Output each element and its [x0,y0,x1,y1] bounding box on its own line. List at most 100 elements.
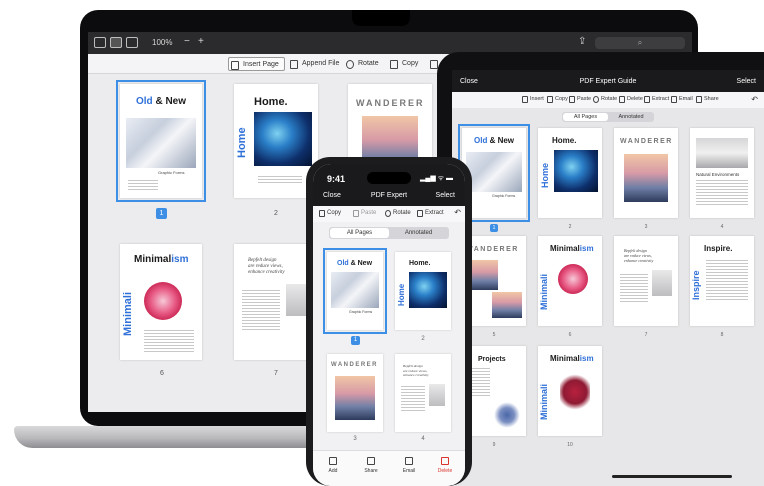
page-vertical-title: Home [540,162,550,188]
text-lines [258,176,302,184]
copy-button[interactable]: Copy [319,210,341,217]
text-lines [401,386,425,412]
laptop-notch [352,10,410,26]
zoom-level[interactable]: 100% [152,38,172,47]
add-button[interactable]: Add [321,457,345,474]
rotate-button[interactable]: Rotate [593,96,617,103]
mountain-image [492,292,522,318]
rotate-icon [385,210,391,217]
page-number-1: 1 [156,208,167,219]
share-icon [696,96,702,103]
architecture-image [466,152,522,192]
select-button[interactable]: Select [436,192,455,199]
annotated-tab[interactable]: Annotated [608,112,654,122]
phone-page-3[interactable]: WANDERER [327,354,383,432]
text-lines [242,290,280,330]
insert-page-button[interactable]: Insert Page [228,57,285,71]
paste-button[interactable]: Paste [569,96,592,103]
all-pages-tab[interactable]: All Pages [330,228,389,238]
envelope-icon [671,96,677,103]
page-title: Natural Environments [696,172,740,177]
copy-button[interactable]: Copy [547,96,568,103]
page-number-2: 2 [568,224,572,230]
share-label: Share [364,468,378,474]
zoom-in-button[interactable]: + [198,36,204,47]
tablet-page-3[interactable]: WANDERER [614,128,678,218]
extract-button[interactable]: Extract [644,96,670,103]
copy-label: Copy [402,60,419,67]
phone-page-2[interactable]: Home. Home [395,252,451,330]
email-label: Email [402,468,416,474]
extract-label: Extract [425,210,444,216]
abstract-image [254,112,312,166]
page-vertical-title: Minimali [122,291,134,336]
tablet-page-6[interactable]: Minimalism Minimali [538,236,602,326]
rotate-button[interactable]: Rotate [344,57,379,71]
search-field[interactable]: ⌕ [595,37,685,49]
phone-page-1[interactable]: Old & New Graphic Forms [323,248,387,334]
extract-button[interactable]: Extract [417,210,444,217]
grid-view-icon[interactable] [110,37,122,48]
zoom-out-button[interactable]: − [184,36,190,47]
rotate-icon [593,96,599,103]
page-title: WANDERER [356,98,425,108]
page-title: Old & New [337,260,373,267]
delete-label: Delete [627,96,643,102]
page-number-1: 1 [351,336,360,345]
append-file-button[interactable]: Append File [288,57,339,71]
two-page-view-icon[interactable] [126,37,138,48]
tablet-page-2[interactable]: Home. Home [538,128,602,218]
insert-button[interactable]: Insert [522,96,544,103]
share-icon[interactable]: ⇪ [578,36,586,47]
text-lines [144,330,194,352]
laptop-page-1[interactable]: Old & New Graphic Forms [116,80,206,202]
tablet-page-4[interactable]: Natural Environments [690,128,754,218]
search-icon: ⌕ [637,38,643,47]
email-button[interactable]: Email [671,96,693,103]
page-title: Home. [254,96,288,108]
insert-icon [522,96,528,103]
add-label: Add [328,468,338,474]
page-number-9: 9 [492,442,496,448]
share-button[interactable]: Share [696,96,719,103]
page-number-8: 8 [720,332,724,338]
page-title: Home. [409,260,431,267]
page-title: WANDERER [620,138,673,145]
copy-icon [319,210,325,217]
append-file-label: Append File [302,60,340,67]
annotated-tab[interactable]: Annotated [389,228,448,238]
phone-page-4[interactable]: Bepfelt design are reduce views, enhance… [395,354,451,432]
all-pages-tab[interactable]: All Pages [563,113,608,121]
extract-label: Extract [652,96,670,102]
copy-icon [547,96,553,103]
page-quote: Bepfelt design are reduce views, enhance… [624,248,654,263]
delete-button[interactable]: Delete [433,457,457,474]
page-number-7: 7 [274,370,278,377]
tablet-page-8[interactable]: Inspire. Inspire [690,236,754,326]
delete-button[interactable]: Delete [619,96,643,103]
undo-icon[interactable]: ↶ [751,95,758,104]
undo-icon[interactable]: ↶ [454,208,461,217]
copy-button[interactable]: Copy [388,57,418,71]
flower-image [144,282,182,320]
sidebar-icon[interactable] [94,37,106,48]
abstract-image [554,150,598,192]
page-title: Minimalism [550,244,594,253]
share-button[interactable]: Share [359,457,383,474]
select-button[interactable]: Select [737,78,756,85]
laptop-page-6[interactable]: Minimalism Minimali [120,244,202,360]
phone-toolbar: Copy Paste Rotate Extract ↶ [313,206,465,222]
tablet-screen: Close PDF Expert Guide Select Insert Cop… [452,70,764,486]
tablet-page-7[interactable]: Bepfelt design are reduce views, enhance… [614,236,678,326]
page-number-6: 6 [568,332,572,338]
email-button[interactable]: Email [397,457,421,474]
architecture-image [331,272,379,308]
page-title: Old & New [136,96,187,107]
insert-page-icon [231,61,239,70]
page-number-6: 6 [160,370,164,377]
rotate-button[interactable]: Rotate [385,210,411,217]
paste-button[interactable]: Paste [353,210,376,217]
tablet-page-10[interactable]: Minimalism Minimali [538,346,602,436]
paste-label: Paste [577,96,592,102]
delete-label: Delete [437,468,453,474]
